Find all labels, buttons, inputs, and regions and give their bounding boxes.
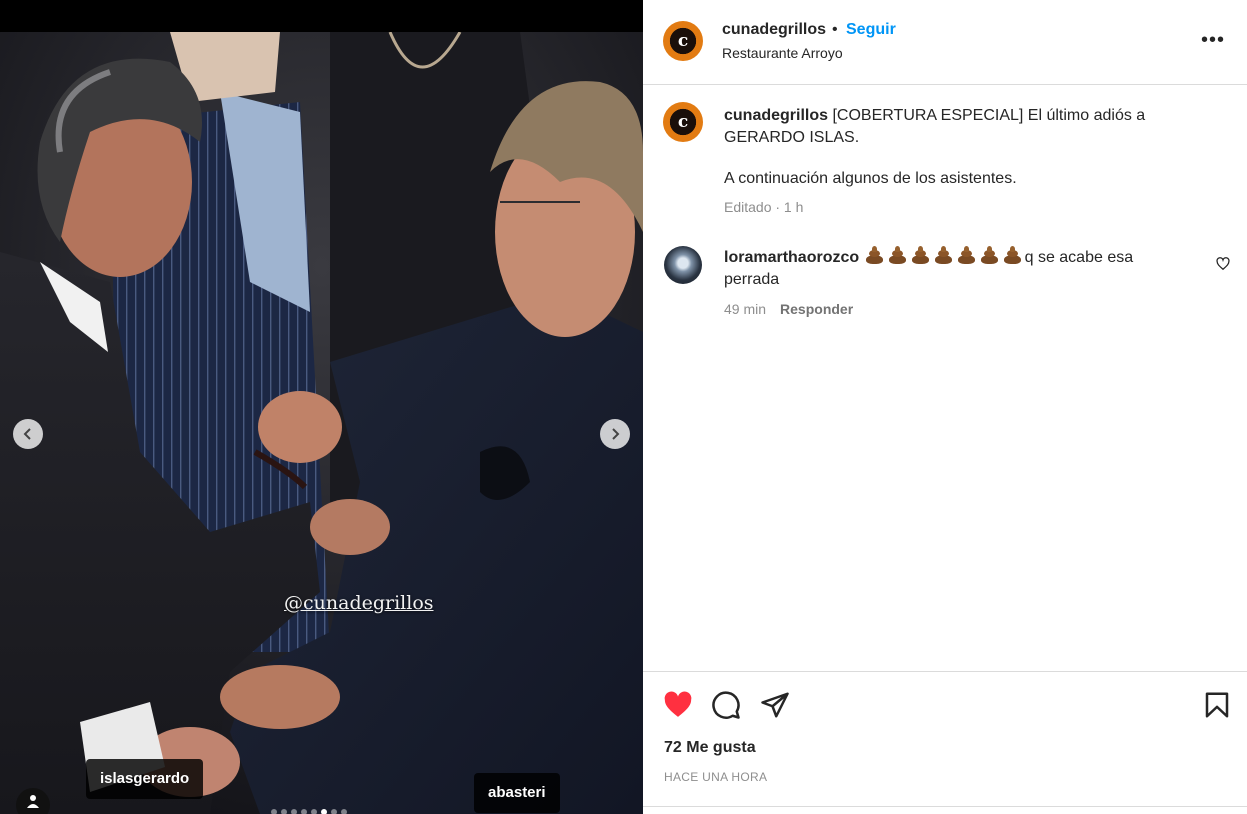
bookmark-icon[interactable] xyxy=(1202,690,1232,720)
poo-emoji-icon xyxy=(933,246,954,264)
post-timestamp: HACE UNA HORA xyxy=(664,770,768,784)
tagged-users-button[interactable] xyxy=(16,788,50,814)
user-tag-abasteri[interactable]: abasteri xyxy=(474,773,560,813)
photo-illustration xyxy=(0,32,643,814)
post-side-panel: c cunadegrillos • Seguir Restaurante Arr… xyxy=(643,0,1247,814)
post-media[interactable]: @cunadegrillos islasgerardo abasteri xyxy=(0,0,643,814)
comment-time: 49 min xyxy=(724,301,767,317)
carousel-dot xyxy=(291,809,297,814)
poo-emoji-icon xyxy=(910,246,931,264)
user-tag-islasgerardo[interactable]: islasgerardo xyxy=(86,759,204,799)
post-header: c cunadegrillos • Seguir Restaurante Arr… xyxy=(643,0,1247,85)
author-avatar[interactable]: c xyxy=(663,21,703,61)
poo-emoji-icon xyxy=(956,246,977,264)
poo-emoji-icon xyxy=(1002,246,1023,264)
carousel-dot xyxy=(301,809,307,814)
post-caption: cunadegrillos [COBERTURA ESPECIAL] El úl… xyxy=(724,105,1164,149)
author-username[interactable]: cunadegrillos xyxy=(722,21,826,39)
carousel-dot-active xyxy=(321,809,327,814)
carousel-dot xyxy=(281,809,287,814)
caption-author-avatar[interactable]: c xyxy=(663,102,703,142)
chevron-left-icon xyxy=(23,428,31,440)
watermark-text: @cunadegrillos xyxy=(284,592,434,614)
likes-count[interactable]: 72 Me gusta xyxy=(664,739,756,757)
header-separator: • xyxy=(832,21,838,38)
commenter-avatar[interactable] xyxy=(664,246,702,284)
carousel-dot xyxy=(311,809,317,814)
carousel-next-button[interactable] xyxy=(600,419,630,449)
comment-item: loramarthaorozco q se acabe esa perrada xyxy=(724,246,1164,291)
comment-bubble-icon[interactable] xyxy=(711,690,741,720)
comment-username[interactable]: loramarthaorozco xyxy=(724,249,859,266)
post-actions: 72 Me gusta HACE UNA HORA xyxy=(643,671,1247,814)
poo-emoji-icon xyxy=(864,246,885,264)
carousel-dot xyxy=(341,809,347,814)
carousel-dots xyxy=(271,809,347,814)
comment-like-icon[interactable] xyxy=(1216,257,1230,271)
comment-meta: 49 min Responder xyxy=(724,301,853,317)
chevron-right-icon xyxy=(612,428,620,440)
poo-emoji-icon xyxy=(979,246,1000,264)
poo-emoji-group xyxy=(864,246,1025,266)
reply-button[interactable]: Responder xyxy=(780,301,853,317)
follow-button[interactable]: Seguir xyxy=(846,21,896,39)
carousel-dot xyxy=(271,809,277,814)
post-location[interactable]: Restaurante Arroyo xyxy=(722,45,843,61)
carousel-prev-button[interactable] xyxy=(13,419,43,449)
post-photo: @cunadegrillos xyxy=(0,32,643,814)
person-icon xyxy=(27,795,39,808)
caption-username[interactable]: cunadegrillos xyxy=(724,107,828,124)
more-options-icon[interactable]: ••• xyxy=(1201,30,1225,50)
divider xyxy=(643,806,1247,807)
paper-plane-icon[interactable] xyxy=(760,690,790,720)
carousel-dot xyxy=(331,809,337,814)
poo-emoji-icon xyxy=(887,246,908,264)
heart-filled-icon[interactable] xyxy=(663,690,693,720)
caption-meta: Editado · 1 h xyxy=(724,199,804,215)
caption-text-second: A continuación algunos de los asistentes… xyxy=(724,170,1017,187)
